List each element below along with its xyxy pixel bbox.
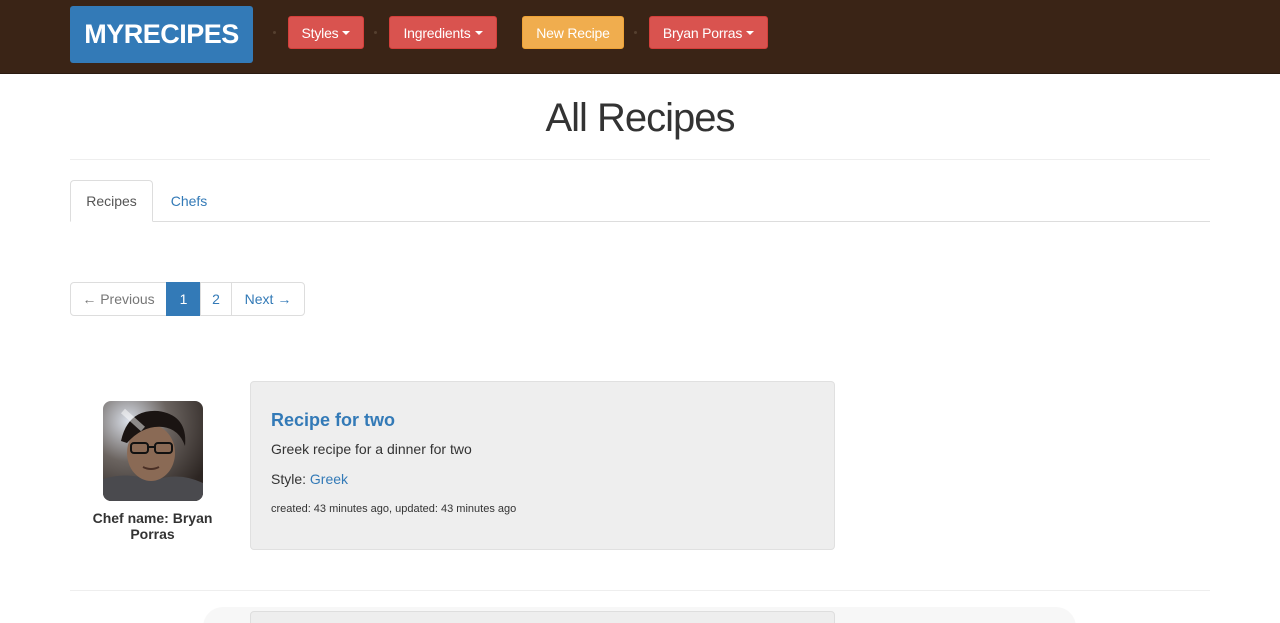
page-1-button[interactable]: 1 [166, 282, 201, 316]
divider [70, 590, 1210, 591]
recipe-title-link[interactable]: Recipe for two [271, 410, 395, 431]
nav-divider-dot [634, 31, 637, 34]
tab-chefs[interactable]: Chefs [153, 180, 225, 222]
caret-down-icon [746, 30, 755, 35]
ingredients-label: Ingredients [403, 24, 471, 41]
styles-dropdown[interactable]: Styles [288, 16, 364, 49]
recipe-style: Style: Greek [271, 471, 348, 487]
style-label: Style: [271, 471, 307, 487]
user-dropdown[interactable]: Bryan Porras [649, 16, 768, 49]
next-page-button[interactable]: Next → [231, 282, 305, 316]
user-label: Bryan Porras [662, 24, 743, 41]
ingredients-dropdown[interactable]: Ingredients [389, 16, 497, 49]
styles-label: Styles [301, 24, 339, 41]
new-recipe-label: New Recipe [536, 24, 610, 41]
navbar: MYRECIPES Styles Ingredients New Recipe … [0, 0, 1280, 74]
recipe-timestamps: created: 43 minutes ago, updated: 43 min… [271, 503, 517, 515]
recipe-card: Recipe for two Greek recipe for a dinner… [250, 381, 835, 550]
recipe-description: Greek recipe for a dinner for two [271, 441, 472, 457]
style-link[interactable]: Greek [310, 471, 348, 487]
nav-divider-dot [273, 31, 276, 34]
divider [70, 159, 1210, 160]
tabs-border [70, 221, 1210, 222]
caret-down-icon [342, 30, 351, 35]
chef-avatar[interactable] [103, 401, 203, 501]
page-2-button[interactable]: 2 [200, 282, 232, 316]
tab-recipes[interactable]: Recipes [70, 180, 153, 222]
next-recipe-card [250, 611, 835, 623]
chef-name: Chef name: Bryan Porras [92, 510, 213, 542]
brand-logo[interactable]: MYRECIPES [70, 6, 253, 63]
new-recipe-button[interactable]: New Recipe [522, 16, 624, 49]
page-title: All Recipes [545, 96, 735, 140]
nav-divider-dot [374, 31, 377, 34]
previous-page-button[interactable]: ← Previous [70, 282, 167, 316]
caret-down-icon [474, 30, 483, 35]
pagination: ← Previous 1 2 Next → [70, 282, 305, 316]
